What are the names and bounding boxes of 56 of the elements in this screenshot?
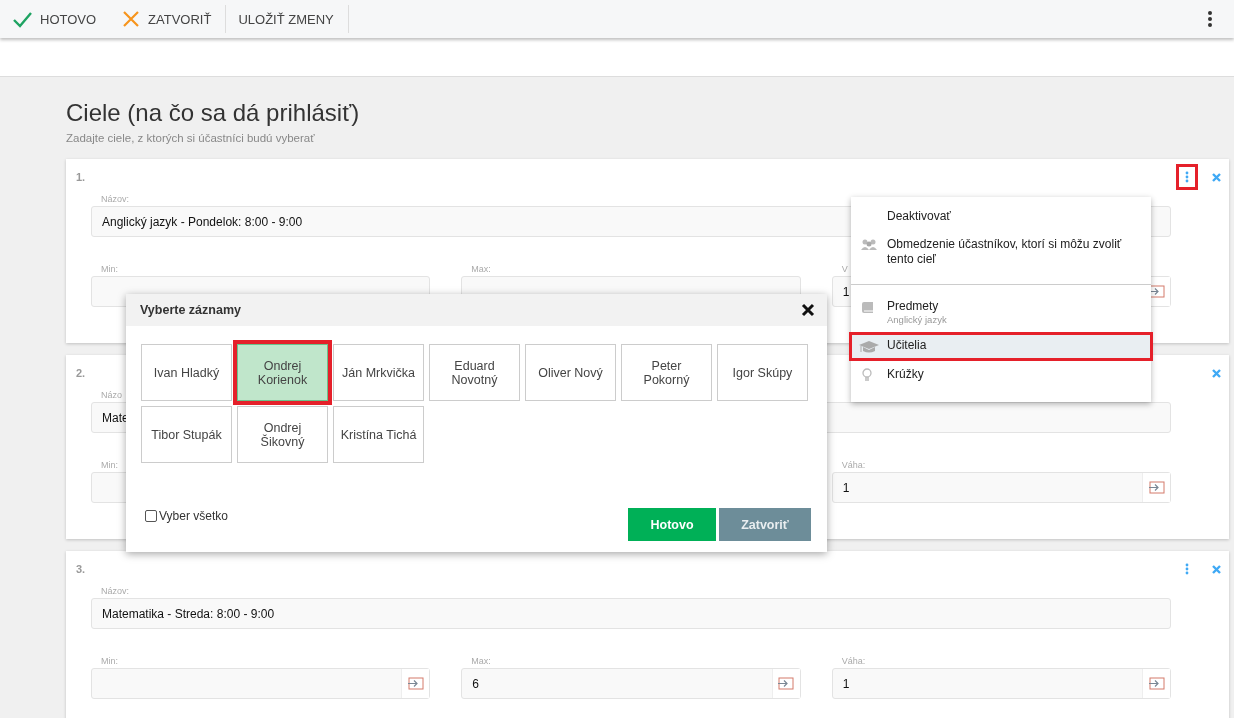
- field-label: Max:: [471, 656, 491, 668]
- option-tile[interactable]: Ondrej Šikovný: [237, 406, 328, 463]
- option-tile[interactable]: Oliver Nový: [525, 344, 616, 401]
- done-button[interactable]: HOTOVO: [0, 0, 111, 38]
- enter-icon[interactable]: [1148, 481, 1165, 494]
- option-tile[interactable]: Tibor Stupák: [141, 406, 232, 463]
- menu-label: Deaktivovať: [887, 209, 951, 224]
- name-field[interactable]: Matematika - Streda: 8:00 - 9:00: [91, 598, 1171, 629]
- save-button[interactable]: ULOŽIŤ ZMENY: [226, 0, 348, 38]
- field-label: Váha:: [841, 460, 866, 472]
- more-options-icon[interactable]: [1207, 10, 1213, 28]
- option-tile[interactable]: Eduard Novotný: [429, 344, 520, 401]
- people-icon: [861, 238, 877, 253]
- field-label: Váha:: [841, 656, 866, 668]
- option-tile[interactable]: Ivan Hladký: [141, 344, 232, 401]
- menu-label: Učitelia: [887, 338, 927, 353]
- menu-item[interactable]: Predmety Anglický jazyk: [851, 293, 1151, 332]
- menu-item[interactable]: Učitelia: [849, 332, 1153, 361]
- field-label: Názo: [101, 390, 122, 402]
- option-tile[interactable]: Ján Mrkvička: [333, 344, 424, 401]
- enter-icon[interactable]: [407, 677, 424, 690]
- number-field[interactable]: 1: [831, 668, 1171, 699]
- enter-icon[interactable]: [1148, 285, 1165, 298]
- field-label: Názov:: [101, 194, 129, 206]
- enter-icon[interactable]: [1148, 677, 1165, 690]
- page-title: Ciele (na čo sa dá prihlásiť): [66, 99, 361, 127]
- number-field[interactable]: 6: [461, 668, 801, 699]
- field-label: Max:: [471, 264, 491, 276]
- menu-label: Predmety: [887, 299, 940, 314]
- option-tile[interactable]: Igor Skúpy: [717, 344, 808, 401]
- item-number: 3.: [76, 563, 86, 575]
- menu-item[interactable]: Deaktivovať: [851, 203, 1151, 231]
- field-label: Min:: [101, 656, 118, 668]
- option-tile[interactable]: Kristína Tichá: [333, 406, 424, 463]
- option-tile[interactable]: Peter Pokorný: [621, 344, 712, 401]
- close-button[interactable]: ZATVORIŤ: [110, 0, 226, 38]
- close-icon[interactable]: [801, 303, 815, 317]
- menu-item[interactable]: Krúžky: [851, 361, 1151, 390]
- field-label: Min:: [101, 264, 118, 276]
- menu-sublabel: Anglický jazyk: [887, 314, 947, 325]
- graduation-cap-icon: [859, 339, 879, 354]
- field-label: Názov:: [101, 586, 129, 598]
- dialog-title: Vyberte záznamy: [140, 303, 241, 317]
- menu-label: Krúžky: [887, 367, 924, 382]
- check-icon: [12, 10, 32, 28]
- field-label: Min:: [101, 460, 118, 472]
- item-number: 1.: [76, 171, 86, 183]
- page-subtitle: Zadajte ciele, z ktorých si účastníci budú vyberať: [66, 132, 316, 144]
- close-icon: [122, 10, 141, 28]
- select-all-checkbox[interactable]: Vyber všetko: [145, 509, 228, 523]
- item-number: 2.: [76, 367, 86, 379]
- field-label: V: [841, 264, 848, 276]
- menu-label: Obmedzenie účastníkov, ktorí si môžu zvoliť tento cieľ: [887, 237, 1123, 267]
- number-field[interactable]: [91, 668, 431, 699]
- enter-icon[interactable]: [778, 677, 795, 690]
- number-field[interactable]: 1: [831, 472, 1171, 503]
